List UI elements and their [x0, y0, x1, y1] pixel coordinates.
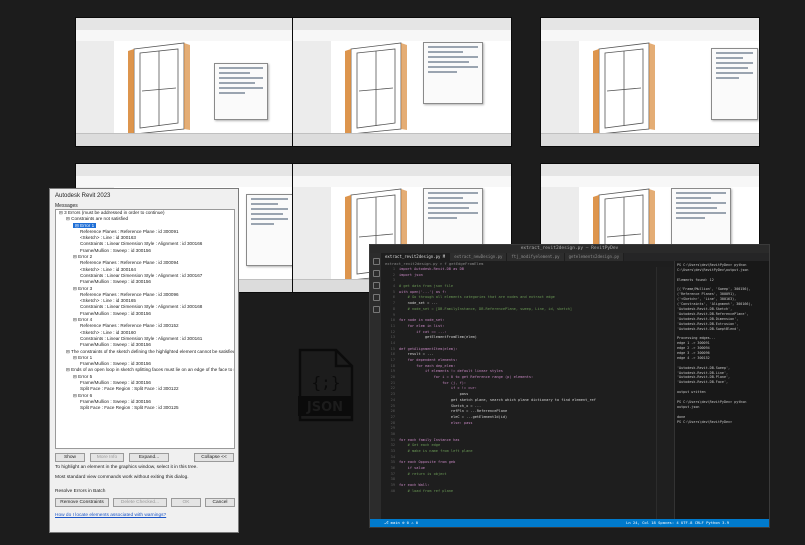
- vscode-title: extract_revit2design.py — RevitPyDev: [370, 245, 769, 253]
- editor-tab[interactable]: extract_revit2design.py M: [381, 253, 451, 261]
- editor-tab[interactable]: ftj_modifyelement.py: [507, 253, 565, 261]
- revit-screenshot-thumbnail: [292, 17, 512, 147]
- error-tree-item-label: Frame/Mullion : Sweep : id 300156: [80, 247, 151, 253]
- error-tree-item-label: Reference Planes : Reference Plane : id …: [80, 323, 179, 329]
- error-tree-item-label: Split Face : Face Region : Split Face : …: [80, 405, 179, 411]
- error-tree-item-label: Constraints : Linear Dimension Style : A…: [80, 304, 203, 310]
- error-tree-item-label: Constraints : Linear Dimension Style : A…: [80, 335, 203, 341]
- editor-tab[interactable]: getelements2design.py: [564, 253, 625, 261]
- error-tree-item-label: Frame/Mullion : Sweep : id 300156: [80, 310, 151, 316]
- error-tree-item-label: Frame/Mullion : Sweep : id 300156: [80, 279, 151, 285]
- cancel-button[interactable]: Cancel: [205, 498, 235, 507]
- error-tree-item-label: ⊟ The constraints of the sketch defining…: [66, 348, 235, 354]
- search-icon[interactable]: [373, 270, 380, 277]
- terminal-line: PS C:\Users\dev\RevitPyDev>: [677, 419, 733, 424]
- more-info-button[interactable]: More Info: [90, 453, 124, 462]
- explorer-icon[interactable]: [373, 258, 380, 265]
- error-tree-item-label: Reference Planes : Reference Plane : id …: [80, 228, 179, 234]
- show-button[interactable]: Show: [55, 453, 85, 462]
- error-tree-item-label: ⊟ 3 Errors (must be addressed in order t…: [59, 210, 165, 215]
- json-glyph: {;}: [312, 373, 341, 392]
- error-tree-item-label: <Sketch> : Line : id 300160: [80, 329, 136, 335]
- error-tree-item-label: ⊟ Constraints are not satisfied: [66, 216, 129, 222]
- error-tree-item-label: ⊟ Error 1: [73, 222, 97, 228]
- line-number: 40: [390, 488, 395, 493]
- revit-screenshot-thumbnail: [75, 17, 295, 147]
- help-link[interactable]: How do I locate elements associated with…: [55, 513, 166, 518]
- status-right[interactable]: Ln 24, Col 18 Spaces: 4 UTF-8 CRLF Pytho…: [626, 519, 729, 527]
- error-tree-item-label: <Sketch> : Line : id 300165: [80, 298, 136, 304]
- line-numbers: 1 2 3 4 5 6 7 8 9 10 11 12 13 14 15 16 17 18 19 20 21 22 23 24 2…: [381, 267, 395, 519]
- revit-error-dialog: Autodesk Revit 2023 Messages ⊟ 3 Errors …: [49, 188, 239, 533]
- error-tree-item-label: ⊟ Error 3: [73, 285, 93, 291]
- code-area[interactable]: import Autodesk.Revit.DB as DB import jso…: [399, 267, 656, 519]
- error-tree-item[interactable]: Split Face : Face Region : Split Face : …: [56, 405, 234, 411]
- expand-button[interactable]: Expand...: [129, 453, 169, 462]
- terminal-panel[interactable]: PS C:\Users\dev\RevitPyDev> python C:\Use…: [674, 261, 769, 519]
- error-tree-item-label: Constraints : Linear Dimension Style : A…: [80, 241, 203, 247]
- error-tree-item-label: ⊟ Error 4: [73, 317, 93, 323]
- error-tree-item-label: <Sketch> : Line : id 300164: [80, 266, 136, 272]
- collapse-button[interactable]: Collapse <<: [194, 453, 234, 462]
- status-bar: ⎇ main ⊗ 0 ⚠ 0 Ln 24, Col 18 Spaces: 4 U…: [370, 519, 769, 527]
- editor-tab[interactable]: extract_newDesign.py: [450, 253, 508, 261]
- error-tree[interactable]: ⊟ 3 Errors (must be addressed in order t…: [55, 209, 235, 449]
- error-tree-item-label: ⊟ Error 5: [73, 373, 93, 379]
- error-tree-item-label: ⊟ Error 1: [73, 354, 93, 360]
- error-tree-item-label: Reference Planes : Reference Plane : id …: [80, 291, 179, 297]
- revit-screenshot-thumbnail: [540, 17, 760, 147]
- hint-view-commands: Most standard view commands work without…: [55, 475, 189, 480]
- editor-tabs: extract_revit2design.py Mextract_newDesi…: [381, 253, 769, 261]
- code-line[interactable]: # load from ref plane: [399, 489, 656, 495]
- hint-highlight: To highlight an element in the graphics …: [55, 465, 198, 470]
- dialog-title: Autodesk Revit 2023: [55, 193, 111, 199]
- error-tree-item-label: Frame/Mullion : Sweep : id 300156: [80, 342, 151, 348]
- status-left[interactable]: ⎇ main ⊗ 0 ⚠ 0: [370, 520, 418, 525]
- code-editor[interactable]: 1 2 3 4 5 6 7 8 9 10 11 12 13 14 15 16 17 18 19 20 21 22 23 24 2…: [381, 267, 656, 519]
- resolve-batch-label: Resolve Errors in Batch: [55, 489, 106, 494]
- error-tree-item-label: Constraints : Linear Dimension Style : A…: [80, 272, 203, 278]
- activity-bar: [370, 253, 381, 519]
- delete-checked-button[interactable]: Delete Checked...: [113, 498, 167, 507]
- minimap[interactable]: [656, 267, 675, 519]
- vscode-window: extract_revit2design.py — RevitPyDev ext…: [369, 244, 770, 528]
- error-tree-item-label: Frame/Mullion : Sweep : id 300156: [80, 361, 151, 367]
- error-tree-item-label: Frame/Mullion : Sweep : id 300156: [80, 380, 151, 386]
- run-debug-icon[interactable]: [373, 294, 380, 301]
- error-tree-item-label: ⊟ Error 6: [73, 392, 93, 398]
- error-tree-item-label: Reference Planes : Reference Plane : id …: [80, 260, 179, 266]
- error-tree-item-label: ⊟ Ends of an open loop in sketch splitti…: [66, 367, 235, 373]
- source-control-icon[interactable]: [373, 282, 380, 289]
- ok-button[interactable]: OK: [171, 498, 201, 507]
- json-label: JSON: [306, 400, 343, 415]
- error-tree-item-label: Frame/Mullion : Sweep : id 300156: [80, 398, 151, 404]
- remove-constraints-button[interactable]: Remove Constraints: [55, 498, 109, 507]
- error-tree-item-label: <Sketch> : Line : id 300163: [80, 235, 136, 241]
- json-file-icon: {;} JSON: [296, 348, 354, 422]
- error-tree-item-label: ⊟ Error 2: [73, 254, 93, 260]
- extensions-icon[interactable]: [373, 306, 380, 313]
- error-tree-item-label: Split Face : Face Region : Split Face : …: [80, 386, 179, 392]
